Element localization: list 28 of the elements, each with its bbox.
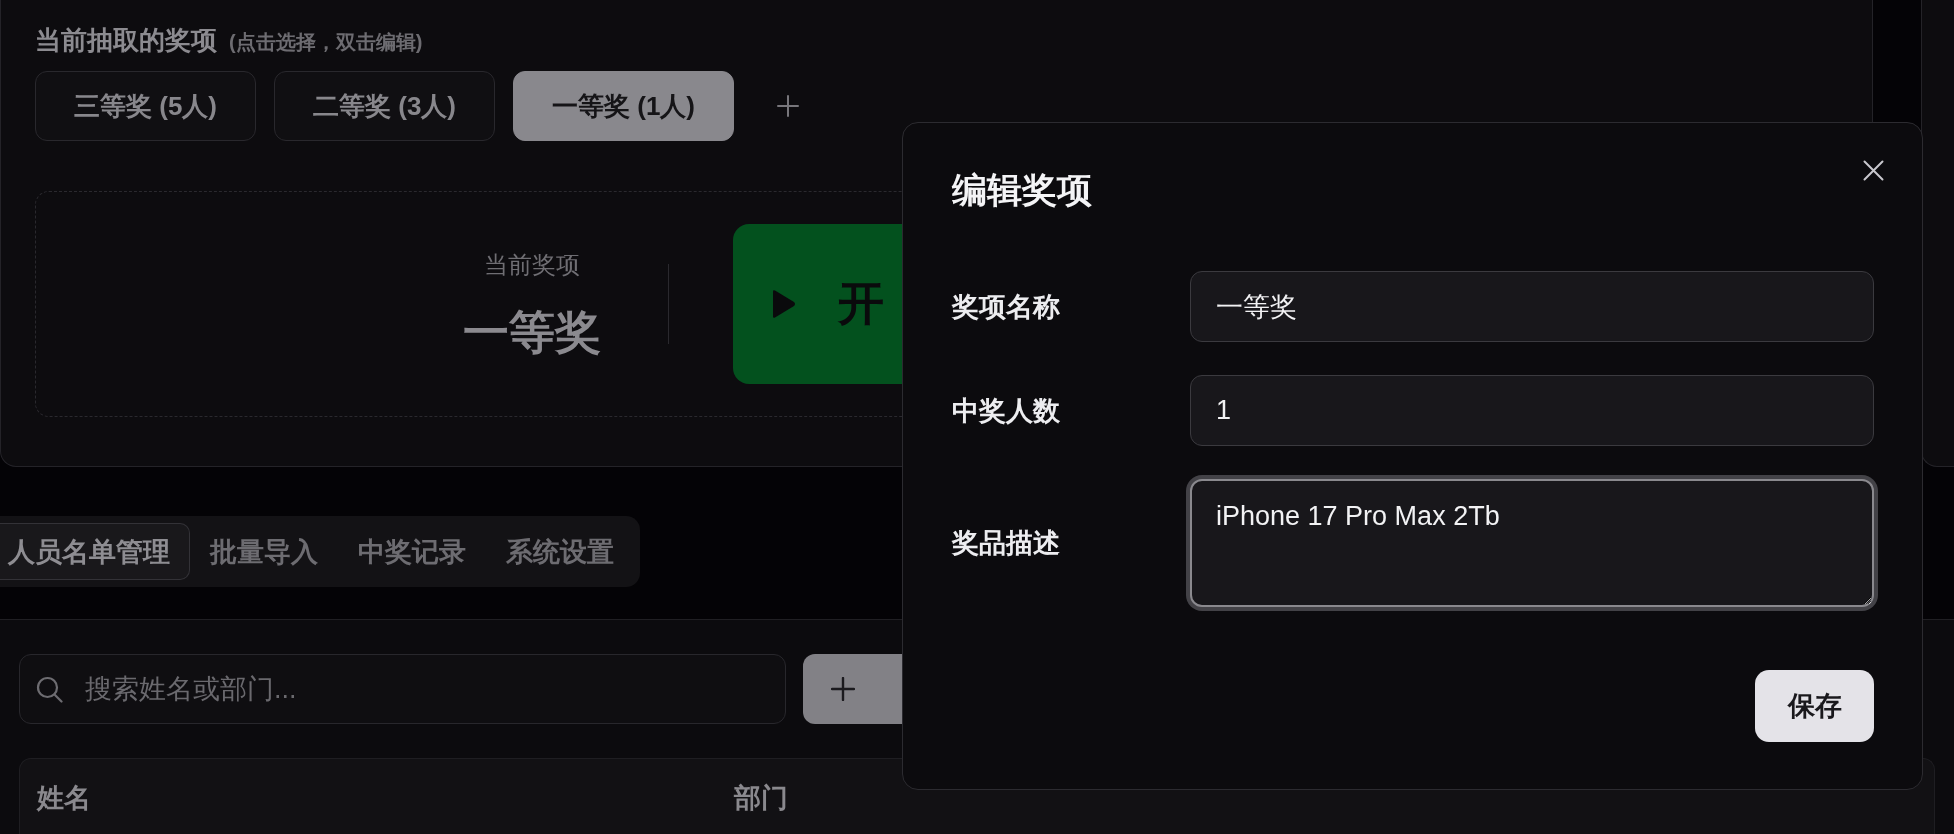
section-title: 当前抽取的奖项 xyxy=(35,24,217,56)
save-button[interactable]: 保存 xyxy=(1755,670,1874,742)
close-button[interactable] xyxy=(1863,160,1884,181)
tab[interactable]: 中奖记录 xyxy=(338,523,486,580)
current-prize-label: 当前奖项 xyxy=(484,249,580,280)
text-area[interactable]: iPhone 17 Pro Max 2Tb xyxy=(1190,479,1874,607)
plus-icon xyxy=(777,95,799,117)
text-input[interactable]: 1 xyxy=(1190,375,1874,446)
column-header: 部门 xyxy=(732,782,788,815)
tab[interactable]: 批量导入 xyxy=(190,523,338,580)
field-label: 奖品描述 xyxy=(952,527,1060,560)
current-prize-name: 一等奖 xyxy=(463,304,601,359)
dialog-title: 编辑奖项 xyxy=(952,169,1092,211)
prize-chip[interactable]: 二等奖 (3人) xyxy=(274,71,495,141)
close-icon xyxy=(1863,160,1884,181)
tab[interactable]: 系统设置 xyxy=(486,523,634,580)
text-input[interactable]: 一等奖 xyxy=(1190,271,1874,342)
hint-text: (点击选择，双击编辑) xyxy=(229,30,423,55)
search-field[interactable]: 搜索姓名或部门... xyxy=(19,654,786,724)
column-header: 姓名 xyxy=(35,782,91,815)
prize-chip[interactable]: 三等奖 (5人) xyxy=(35,71,256,141)
prize-chip[interactable]: 一等奖 (1人) xyxy=(513,71,734,141)
search-icon xyxy=(36,676,63,703)
add-prize-button[interactable] xyxy=(777,95,799,117)
play-icon xyxy=(770,289,796,319)
plus-icon xyxy=(831,677,855,701)
field-label: 中奖人数 xyxy=(952,394,1060,428)
tab[interactable]: 人员名单管理 xyxy=(0,523,190,580)
